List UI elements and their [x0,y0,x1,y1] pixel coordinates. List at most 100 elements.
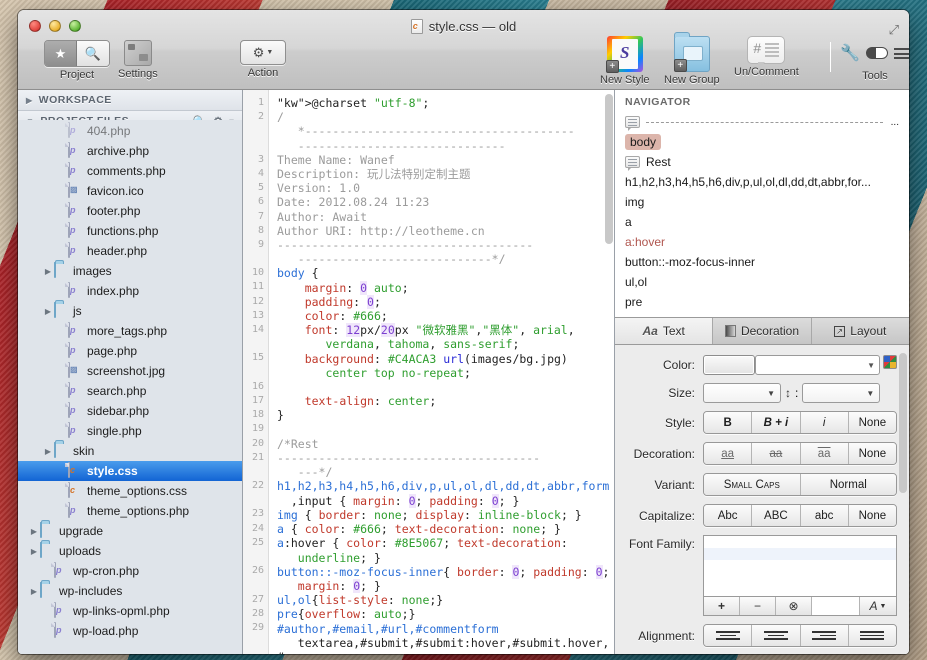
file-row-header-php[interactable]: p header.php [18,241,242,261]
navigator-row[interactable]: a:hover [615,232,909,252]
navigator-row[interactable]: h1,h2,h3,h4,h5,h6,div,p,ul,ol,dl,dd,dt,a… [615,172,909,192]
navigator-row[interactable]: Rest [615,152,909,172]
settings-map-icon[interactable] [123,40,152,66]
wrench-icon[interactable]: 🔧 [840,43,860,63]
editor-scrollbar[interactable] [605,94,613,244]
star-icon[interactable]: ★ [45,41,77,66]
file-row-wp-includes[interactable]: ▶ wp-includes [18,581,242,601]
color-swatch[interactable] [703,355,755,375]
toggle-icon[interactable] [865,47,888,59]
file-row-wp-cron-php[interactable]: p wp-cron.php [18,561,242,581]
file-row-theme-options-php[interactable]: p theme_options.php [18,501,242,521]
toolbar-item-action[interactable]: ⚙ ▼ Action [240,40,286,79]
chevron-right-icon[interactable]: ▶ [42,447,54,456]
file-row-more-tags-php[interactable]: p more_tags.php [18,321,242,341]
decoration-overline-button[interactable]: aa [800,443,849,464]
decoration-underline-button[interactable]: aa [704,443,753,464]
tab-text[interactable]: Aa Text [615,318,714,344]
toolbar-item-new-style[interactable]: S + New Style [600,36,650,86]
file-row-style-css[interactable]: c style.css [18,461,242,481]
file-row-single-php[interactable]: p single.php [18,421,242,441]
alignment-button-group[interactable] [703,624,897,647]
file-list[interactable]: p 404.php p archive.php p comments.php ▨ favico… [18,120,242,654]
fullscreen-icon[interactable]: ⤢ [889,22,899,38]
file-row-index-php[interactable]: p index.php [18,281,242,301]
tab-decoration[interactable]: Decoration [713,318,812,344]
file-row-archive-php[interactable]: p archive.php [18,141,242,161]
toolbar-item-project[interactable]: ★ 🔍 Project [44,40,110,81]
chevron-right-icon[interactable]: ▶ [42,307,54,316]
file-row-wp-load-php[interactable]: p wp-load.php [18,621,242,641]
variant-small-caps-button[interactable]: Small Caps [704,474,801,495]
sidebar-group-workspace[interactable]: ▶ WORKSPACE [18,90,242,111]
style-italic-button[interactable]: i [800,412,849,433]
file-row-footer-php[interactable]: p footer.php [18,201,242,221]
tab-layout[interactable]: ↗ Layout [812,318,909,344]
chevron-right-icon[interactable]: ▶ [28,547,40,556]
line-height-select[interactable]: ▼ [802,383,881,403]
file-row-upgrade[interactable]: ▶ upgrade [18,521,242,541]
code-text-area[interactable]: "kw">@charset "utf-8"; / *--------------… [269,90,614,654]
file-row-comments-php[interactable]: p comments.php [18,161,242,181]
decoration-none-button[interactable]: None [848,443,896,464]
style-button-group[interactable]: B B + i i None [703,411,897,434]
navigator-row[interactable]: pre [615,292,909,312]
file-row-wp-links-opml-php[interactable]: p wp-links-opml.php [18,601,242,621]
file-row-screenshot-jpg[interactable]: ▨ screenshot.jpg [18,361,242,381]
file-row-images[interactable]: ▶ images [18,261,242,281]
hamburger-icon[interactable] [893,47,909,59]
variant-normal-button[interactable]: Normal [800,474,896,495]
style-bold-button[interactable]: B [704,412,753,433]
chevron-right-icon[interactable]: ▶ [28,587,40,596]
toolbar-item-tools[interactable]: 🔧 Tools [840,40,909,82]
style-bold-italic-button[interactable]: B + i [752,412,801,433]
decoration-linethrough-button[interactable]: aa [752,443,801,464]
toolbar-item-new-group[interactable]: + New Group [664,32,720,86]
color-combo[interactable]: ▼ [755,355,880,375]
capitalize-upper-button[interactable]: ABC [752,505,801,526]
add-font-button[interactable]: + [704,597,740,615]
align-justify-button[interactable] [848,625,896,646]
font-picker-button[interactable]: A ▼ [860,597,896,615]
file-row-404-php[interactable]: p 404.php [18,121,242,141]
chevron-right-icon[interactable]: ▶ [42,267,54,276]
style-none-button[interactable]: None [848,412,896,433]
file-row-functions-php[interactable]: p functions.php [18,221,242,241]
chevron-right-icon[interactable]: ▶ [28,527,40,536]
inspector-scrollbar[interactable] [899,353,907,493]
file-row-skin[interactable]: ▶ skin [18,441,242,461]
color-palette-icon[interactable] [883,355,897,369]
navigator-row[interactable]: ul,ol [615,272,909,292]
navigator-row[interactable]: img [615,192,909,212]
font-size-select[interactable]: ▼ [703,383,781,403]
navigator-row[interactable]: body [615,132,909,152]
align-left-button[interactable] [704,625,753,646]
navigator-row[interactable]: ... [615,112,909,132]
comment-bubble-icon[interactable]: # [747,36,786,71]
toolbar-item-uncomment[interactable]: # Un/Comment [734,36,799,78]
toolbar-item-settings[interactable]: Settings [118,40,158,80]
new-group-folder-icon[interactable]: + [673,32,710,72]
capitalize-button-group[interactable]: Abc ABC abc None [703,504,897,527]
variant-button-group[interactable]: Small Caps Normal [703,473,897,496]
project-toggle[interactable]: ★ 🔍 [44,40,110,67]
navigator-list[interactable]: ... body Rest h1,h2,h3,h4,h5,h6,div,p,ul,ol… [615,112,909,312]
clear-font-button[interactable]: ⊗ [776,597,812,615]
align-right-button[interactable] [800,625,849,646]
file-row-sidebar-php[interactable]: p sidebar.php [18,401,242,421]
action-button[interactable]: ⚙ ▼ [240,40,286,65]
file-row-theme-options-css[interactable]: c theme_options.css [18,481,242,501]
capitalize-none-button[interactable]: None [848,505,896,526]
decoration-button-group[interactable]: aa aa aa None [703,442,897,465]
navigator-row[interactable]: a [615,212,909,232]
file-row-js[interactable]: ▶ js [18,301,242,321]
capitalize-abc-button[interactable]: Abc [704,505,753,526]
code-editor[interactable]: 1 2 3 4 5 6 7 8 9 10 11 12 13 14 15 16 17 18 19 20 21 22 23 24 2… [243,90,614,654]
file-row-page-php[interactable]: p page.php [18,341,242,361]
font-family-list[interactable] [703,535,897,597]
align-center-button[interactable] [752,625,801,646]
remove-font-button[interactable]: − [740,597,776,615]
capitalize-lower-button[interactable]: abc [800,505,849,526]
font-name-field[interactable] [812,597,860,615]
new-style-icon[interactable]: S + [605,36,643,73]
